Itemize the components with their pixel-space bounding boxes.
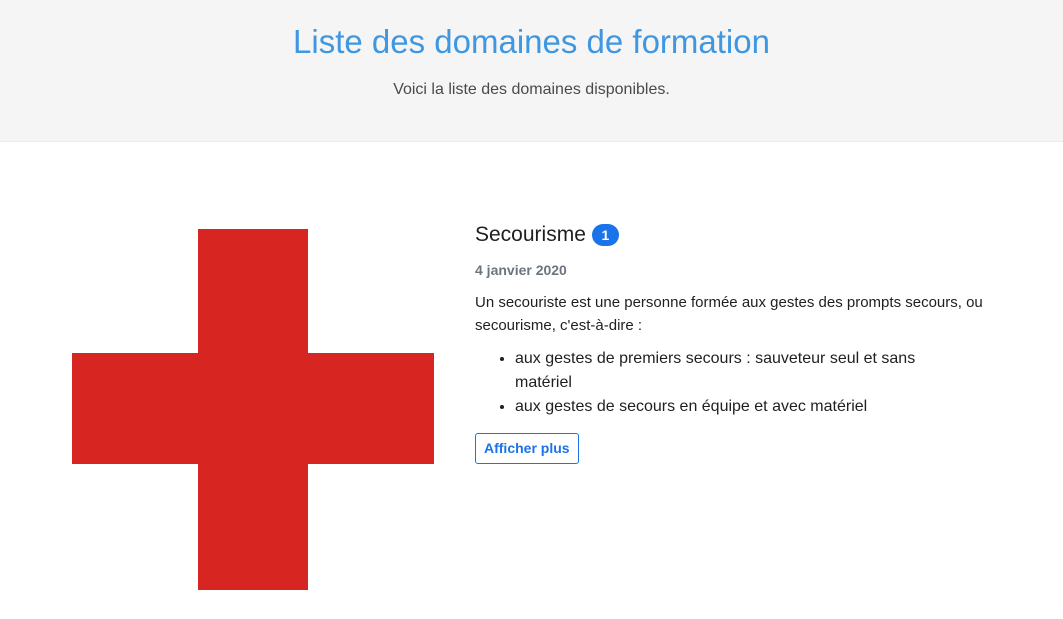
- show-more-button[interactable]: Afficher plus: [475, 433, 579, 464]
- domain-description: Un secouriste est une personne formée au…: [475, 294, 983, 334]
- domain-date: 4 janvier 2020: [475, 262, 567, 278]
- list-item: aux gestes de premiers secours : sauvete…: [515, 347, 955, 395]
- page-header: Liste des domaines de formation Voici la…: [0, 0, 1063, 142]
- domain-title-row: Secourisme 1: [475, 220, 1035, 250]
- domain-title: Secourisme: [475, 223, 586, 246]
- page-title: Liste des domaines de formation: [293, 23, 770, 60]
- count-badge: 1: [591, 224, 619, 246]
- domain-bullet-list: aux gestes de premiers secours : sauvete…: [475, 347, 1035, 419]
- page-subtitle: Voici la liste des domaines disponibles.: [393, 81, 670, 98]
- cross-horizontal-bar: [72, 353, 434, 464]
- red-cross-icon: [72, 229, 434, 590]
- red-cross-image: [72, 229, 434, 590]
- list-item: aux gestes de secours en équipe et avec …: [515, 395, 955, 419]
- domain-card: Secourisme 1 4 janvier 2020 Un secourist…: [475, 220, 1035, 464]
